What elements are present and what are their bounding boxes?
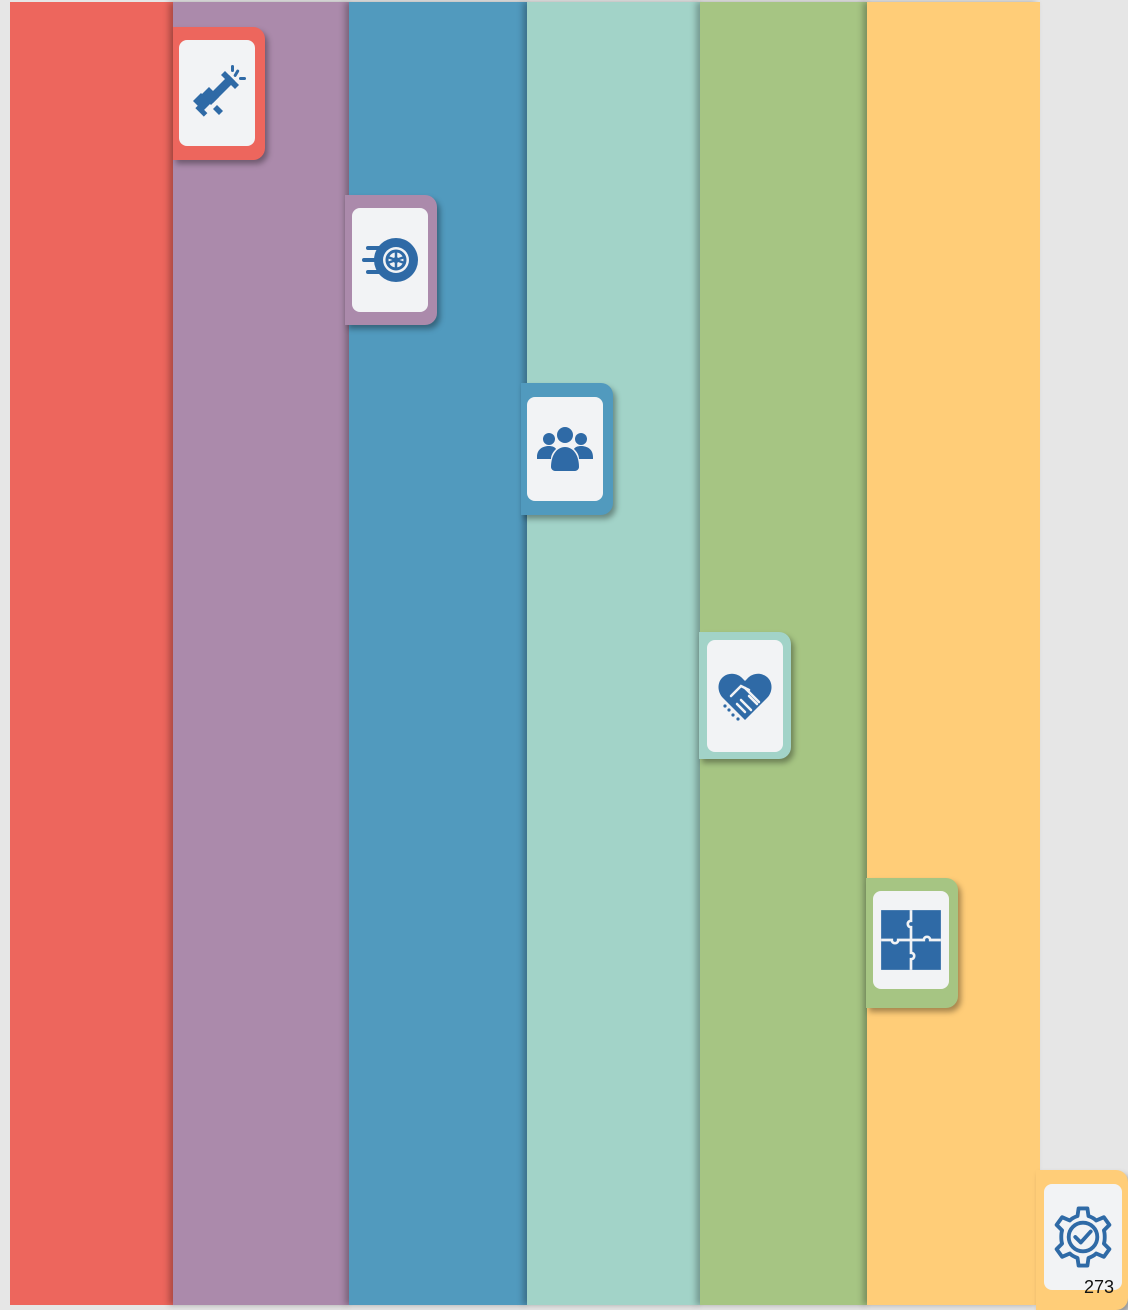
tab-megaphone (173, 27, 265, 160)
column-red (10, 2, 176, 1305)
tire-icon (362, 238, 418, 282)
tab-team (521, 383, 613, 515)
megaphone-icon (193, 65, 246, 117)
page-number: 273 (1083, 1277, 1114, 1297)
tab-heart-handshake (699, 632, 791, 759)
slide (10, 2, 1040, 1305)
column-purple (173, 2, 351, 1305)
column-yellow (867, 2, 1040, 1305)
heart-handshake-icon (718, 673, 772, 721)
gear-check-icon (1054, 1206, 1112, 1268)
tab-gear-check (1036, 1170, 1128, 1310)
tab-puzzle (866, 878, 958, 1008)
tab-tire (345, 195, 437, 325)
puzzle-icon (881, 910, 941, 970)
column-teal (527, 2, 702, 1305)
team-icon (537, 427, 593, 471)
